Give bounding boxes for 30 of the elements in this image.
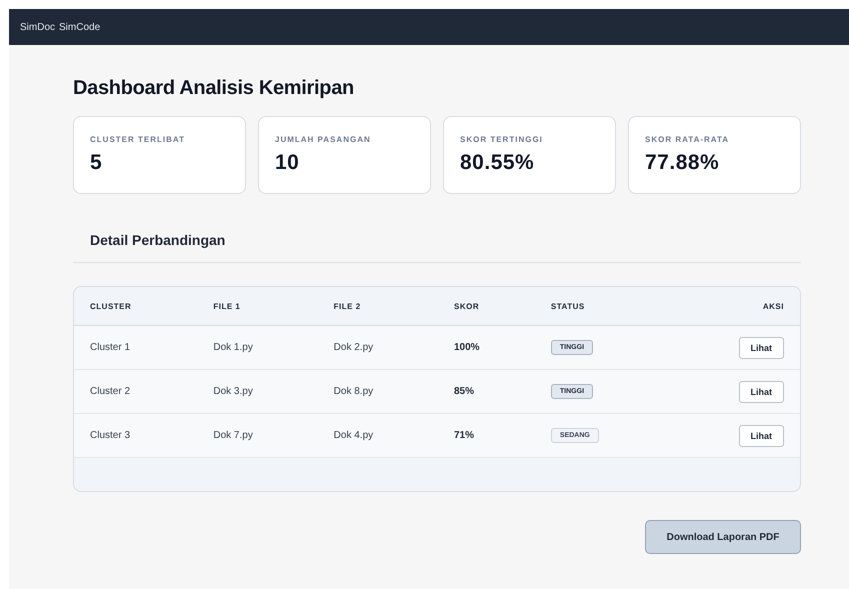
- stat-value: 5: [90, 151, 104, 175]
- stat-label: SKOR RATA-RATA: [645, 135, 730, 144]
- stat-label: JUMLAH PASANGAN: [275, 135, 372, 144]
- table-cell: Dok 7.py: [197, 414, 318, 458]
- view-button[interactable]: Lihat: [738, 380, 784, 402]
- stat-value: 77.88%: [645, 151, 720, 175]
- column-header: AKSI: [670, 287, 800, 326]
- stat-label: CLUSTER TERLIBAT: [90, 135, 186, 144]
- section-title: Detail Perbandingan: [90, 232, 226, 248]
- page-title: Dashboard Analisis Kemiripan: [73, 76, 355, 100]
- brand-name[interactable]: SimDoc: [20, 22, 56, 32]
- table-cell: Dok 1.py: [197, 326, 318, 370]
- stat-value: 80.55%: [460, 151, 536, 175]
- nav-link[interactable]: SimCode: [59, 22, 100, 32]
- column-header: CLUSTER: [74, 287, 198, 326]
- download-pdf-button[interactable]: Download Laporan PDF: [645, 520, 801, 554]
- table-cell: Cluster 2: [74, 370, 198, 414]
- stat-label: SKOR TERTINGGI: [460, 135, 544, 144]
- score-cell: 85%: [438, 370, 535, 414]
- table-cell: Cluster 3: [74, 414, 198, 458]
- view-button[interactable]: Lihat: [738, 336, 784, 358]
- table-cell: Dok 4.py: [318, 414, 438, 458]
- table-cell: Cluster 1: [74, 326, 198, 370]
- stat-value: 10: [275, 151, 300, 175]
- table-cell: Dok 2.py: [318, 326, 438, 370]
- table-cell: Dok 3.py: [197, 370, 318, 414]
- view-button[interactable]: Lihat: [738, 424, 784, 446]
- table-cell: Dok 8.py: [318, 370, 438, 414]
- score-cell: 100%: [438, 326, 535, 370]
- score-cell: 71%: [438, 414, 535, 458]
